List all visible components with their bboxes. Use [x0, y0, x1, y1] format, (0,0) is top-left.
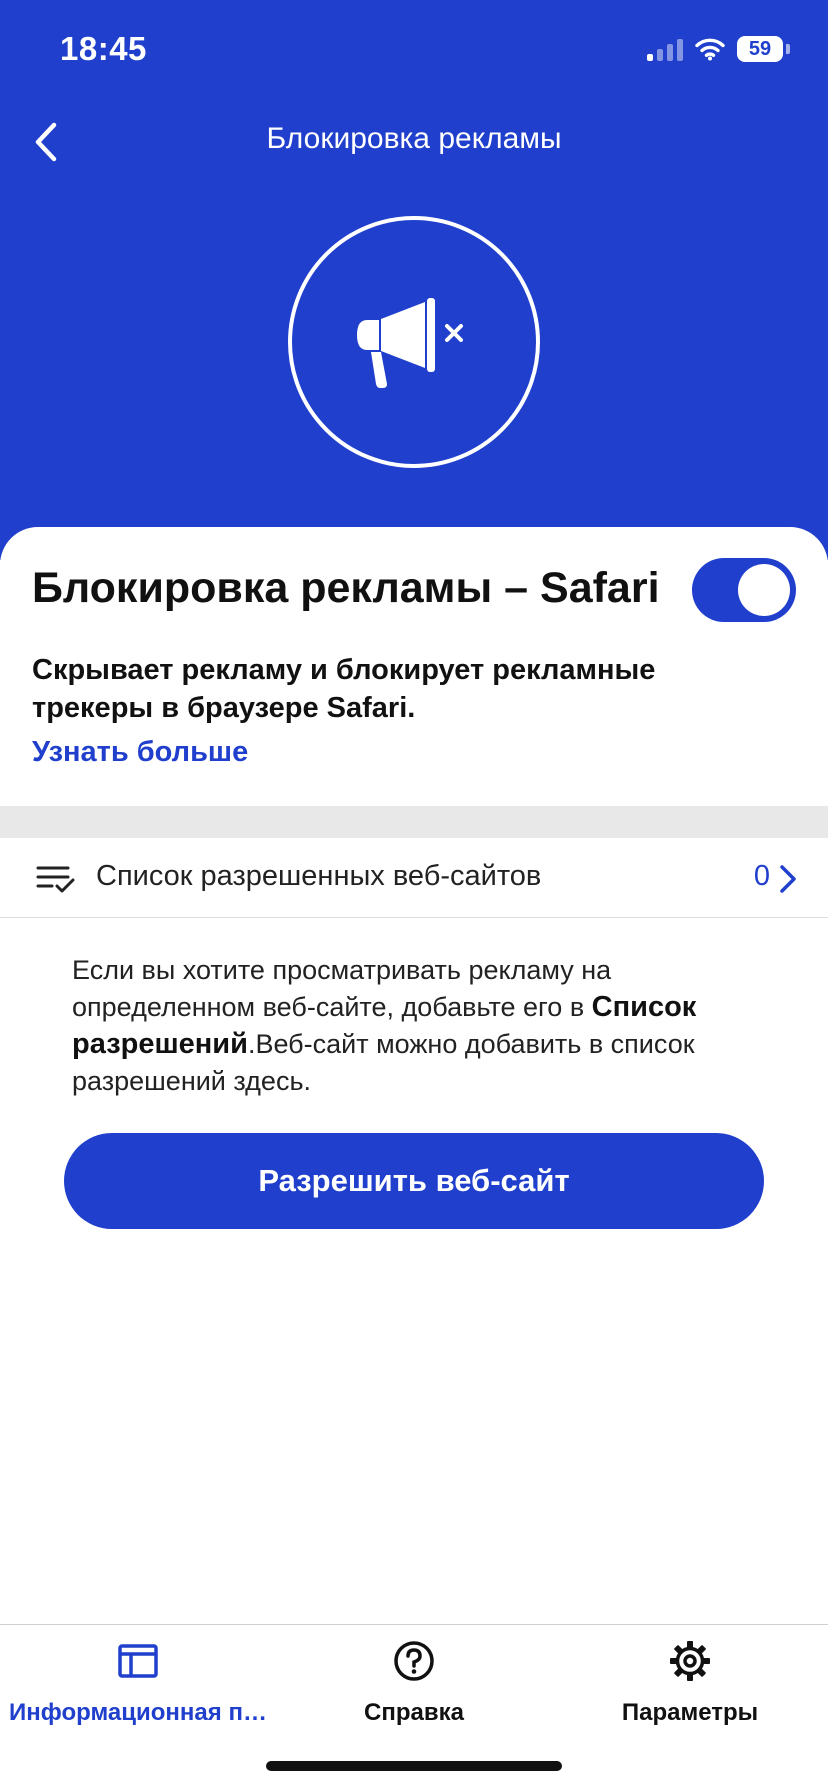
- chevron-right-icon: [780, 865, 796, 893]
- page-title: Блокировка рекламы: [266, 122, 562, 155]
- allow-website-button[interactable]: Разрешить веб-сайт: [64, 1133, 764, 1229]
- info-text-start: Если вы хотите просматривать рекламу на …: [72, 955, 612, 1022]
- status-icons: 59: [647, 34, 790, 64]
- learn-more-link[interactable]: Узнать больше: [32, 736, 248, 769]
- tab-help-label: Справка: [364, 1699, 464, 1726]
- navigation-bar: Блокировка рекламы: [0, 110, 828, 174]
- home-indicator: [266, 1761, 562, 1771]
- screen: 18:45 59 Блокировка рекламы Блокировка р…: [0, 0, 828, 1792]
- dashboard-icon: [118, 1644, 158, 1678]
- tab-dashboard-label: Информационная п…: [9, 1699, 267, 1726]
- signal-icon: [647, 37, 683, 61]
- megaphone-blocked-icon: [357, 298, 463, 388]
- ad-blocking-toggle[interactable]: [692, 558, 796, 622]
- toggle-knob: [738, 564, 790, 616]
- allow-list-count: 0: [753, 860, 770, 892]
- allow-list-row[interactable]: Список разрешенных веб-сайтов 0: [0, 838, 828, 918]
- status-bar: 18:45 59: [0, 0, 828, 100]
- battery-icon: 59: [737, 36, 783, 62]
- status-time: 18:45: [60, 30, 147, 67]
- allow-list-info: Если вы хотите просматривать рекламу на …: [72, 952, 772, 1100]
- battery-level: 59: [748, 38, 772, 60]
- feature-description: Скрывает рекламу и блокирует рекламные т…: [32, 654, 656, 724]
- tab-dashboard[interactable]: Информационная п…: [0, 1639, 276, 1739]
- feature-title: Блокировка рекламы – Safari: [32, 564, 660, 612]
- gear-icon: [670, 1641, 710, 1681]
- section-divider: [0, 806, 828, 838]
- wifi-icon: [695, 38, 725, 61]
- allow-list-label: Список разрешенных веб-сайтов: [96, 860, 542, 892]
- help-icon: [394, 1641, 434, 1681]
- hero-badge: [288, 216, 540, 468]
- tab-settings-label: Параметры: [621, 1699, 759, 1726]
- checklist-icon: [36, 866, 75, 893]
- battery-nub: [786, 44, 790, 54]
- header-background: 18:45 59 Блокировка рекламы: [0, 0, 828, 560]
- tab-settings[interactable]: Параметры: [552, 1639, 828, 1739]
- tab-help[interactable]: Справка: [276, 1639, 552, 1739]
